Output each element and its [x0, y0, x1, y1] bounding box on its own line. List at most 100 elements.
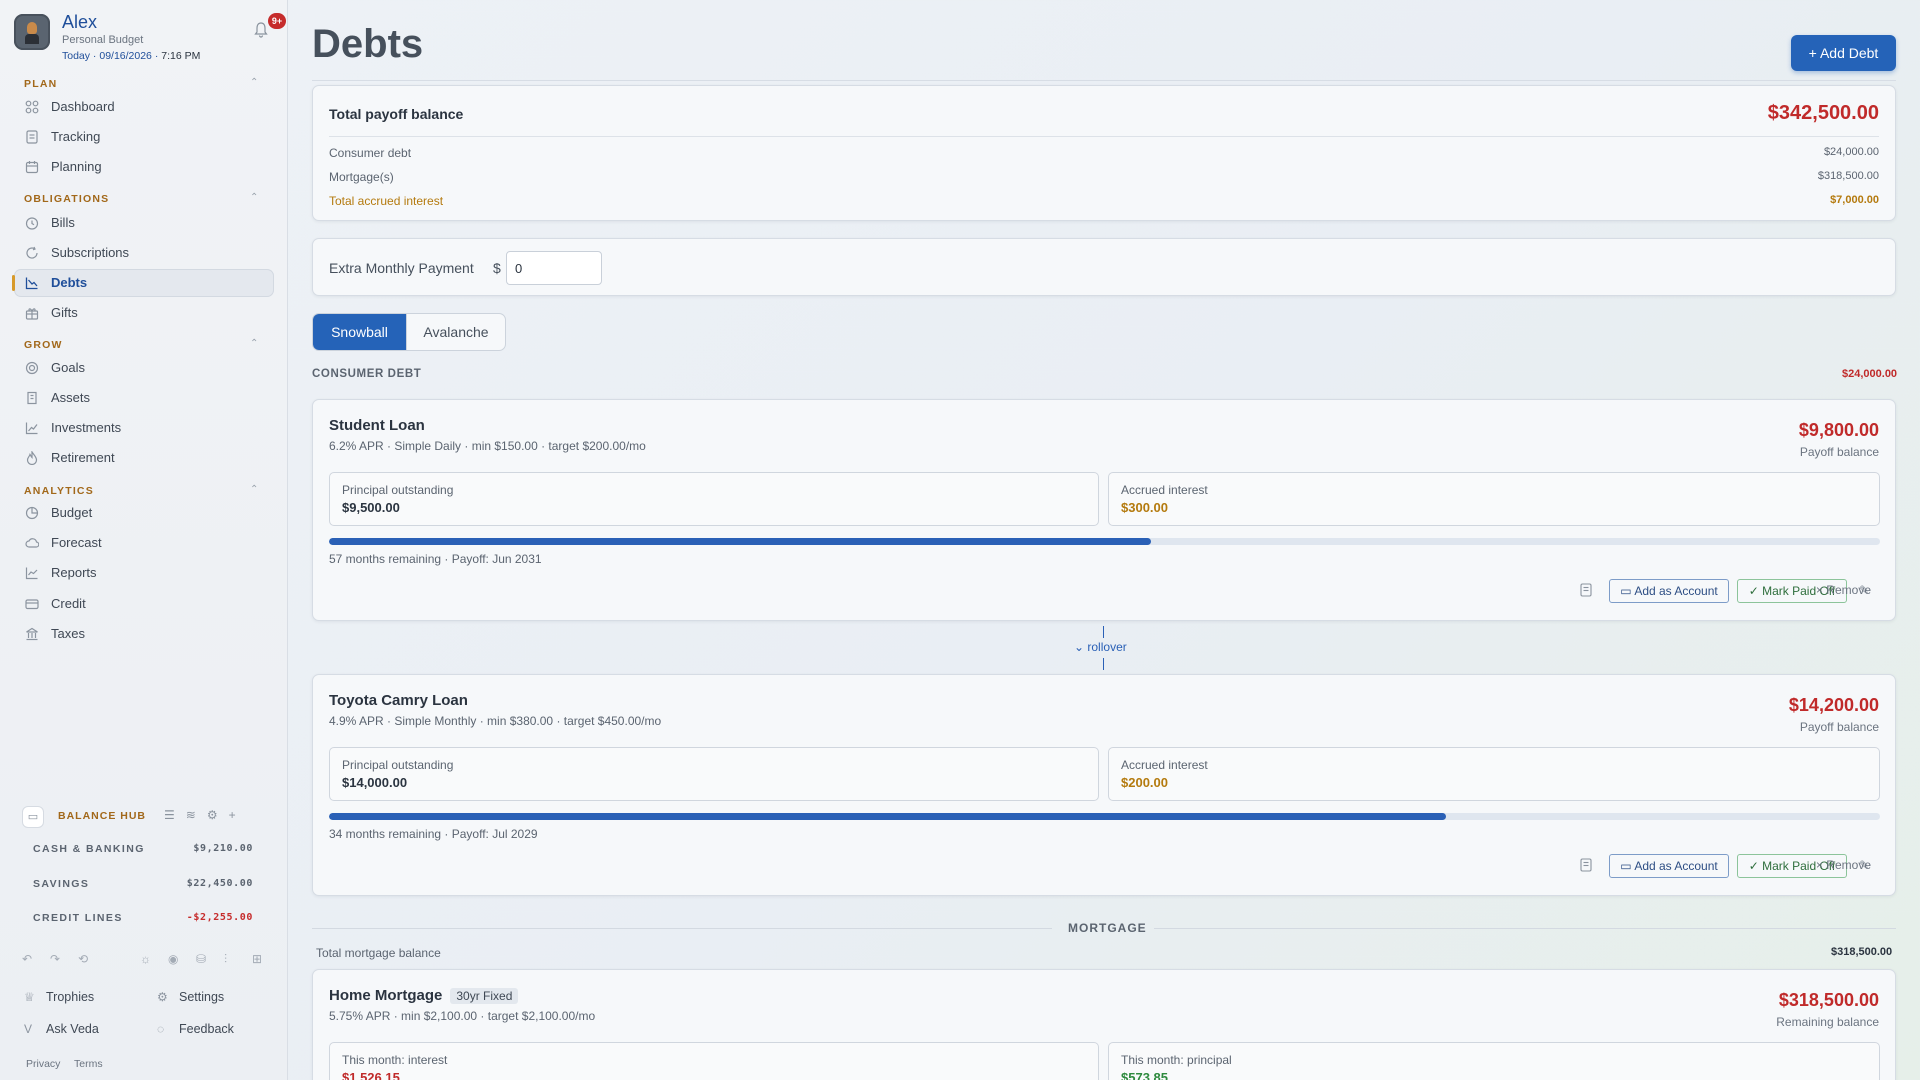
chevron-up-icon[interactable]: ⌃ [250, 484, 258, 495]
sun-icon[interactable]: ☼ [140, 952, 151, 966]
calendar-icon [25, 161, 39, 174]
divider [329, 136, 1879, 137]
sidebar-item-tracking[interactable]: Tracking [14, 123, 274, 151]
sidebar-item-label: Assets [51, 390, 91, 405]
debt-balance-label: Remaining balance [1776, 1015, 1879, 1029]
gear-icon[interactable]: ⚙ [207, 808, 229, 822]
monthly-interest-box: This month: interest $1,526.15 [329, 1042, 1099, 1080]
eye-icon[interactable]: ◉ [168, 952, 178, 966]
list-icon[interactable]: ☰ [164, 808, 186, 822]
snowball-button[interactable]: Snowball [313, 314, 406, 350]
plus-icon[interactable]: + [229, 808, 247, 822]
receipt-icon [26, 130, 38, 144]
layers-icon[interactable]: ≋ [186, 808, 207, 822]
sidebar-item-subscriptions[interactable]: Subscriptions [14, 239, 274, 267]
sidebar-item-planning[interactable]: Planning [14, 153, 274, 181]
avatar[interactable] [14, 14, 50, 50]
payoff-progress-fill [329, 538, 1152, 545]
mortgage-label: MORTGAGE [1068, 921, 1147, 935]
add-as-account-button[interactable]: ▭ Add as Account [1609, 854, 1729, 878]
trend-up-icon [25, 422, 38, 435]
clock-icon [25, 217, 39, 230]
interest-box: Accrued interest $200.00 [1108, 747, 1880, 801]
add-debt-button[interactable]: + Add Debt [1791, 35, 1896, 71]
undo-icon[interactable]: ↶ [22, 952, 32, 966]
sidebar-item-bills[interactable]: Bills [14, 209, 274, 237]
debt-card-student-loan[interactable]: Student Loan 6.2% APR · Simple Daily · m… [312, 399, 1896, 621]
card-icon: ▭ [1620, 584, 1635, 598]
sidebar-item-goals[interactable]: Goals [14, 354, 274, 382]
sidebar-item-debts[interactable]: Debts [12, 269, 274, 297]
sidebar-item-gifts[interactable]: Gifts [14, 299, 274, 327]
mortgage-total-label: Total mortgage balance [316, 946, 441, 960]
chevron-up-icon[interactable]: ⌃ [250, 77, 258, 88]
debt-actions: ▭ Add as Account ✓ Mark Paid Off ✎ × Rem… [1479, 579, 1879, 603]
ask-veda-link[interactable]: V Ask Veda [24, 1022, 99, 1036]
sidebar-item-label: Reports [51, 565, 97, 580]
layout-icon[interactable]: ⊞ [252, 952, 262, 966]
balance-row[interactable]: CREDIT LINES -$2,255.00 [33, 912, 253, 924]
database-icon[interactable]: ⛁ [196, 952, 206, 966]
principal-label: Principal outstanding [342, 758, 454, 772]
balance-row-label: CREDIT LINES [33, 912, 123, 924]
notification-badge[interactable]: 9+ [268, 13, 286, 29]
document-icon[interactable] [1580, 858, 1594, 874]
trophies-label: Trophies [46, 990, 95, 1004]
extra-payment-input[interactable] [506, 251, 602, 285]
principal-box: Principal outstanding $14,000.00 [329, 747, 1099, 801]
balance-row[interactable]: SAVINGS $22,450.00 [33, 878, 253, 890]
summary-row-label: Consumer debt [329, 146, 412, 160]
avalanche-button[interactable]: Avalanche [406, 314, 505, 350]
profile-header[interactable]: Alex Personal Budget Today · 09/16/2026 … [14, 12, 286, 66]
privacy-link[interactable]: Privacy [26, 1058, 60, 1070]
pie-icon [25, 506, 39, 520]
sliders-icon[interactable]: ⫶ [224, 952, 227, 967]
extra-payment-label: Extra Monthly Payment [329, 260, 474, 276]
add-as-account-button[interactable]: ▭ Add as Account [1609, 579, 1729, 603]
add-as-account-label: Add as Account [1634, 859, 1718, 873]
sidebar-item-dashboard[interactable]: Dashboard [14, 93, 274, 121]
remove-button[interactable]: × Remove [1816, 583, 1871, 597]
chevron-up-icon[interactable]: ⌃ [250, 338, 258, 349]
sidebar-item-retirement[interactable]: Retirement [14, 444, 274, 472]
sidebar-item-investments[interactable]: Investments [14, 414, 274, 442]
sidebar-item-assets[interactable]: Assets [14, 384, 274, 412]
sidebar-item-reports[interactable]: Reports [14, 559, 274, 587]
line-chart-icon [25, 567, 38, 580]
redo-icon[interactable]: ↷ [50, 952, 60, 966]
balance-row[interactable]: CASH & BANKING $9,210.00 [33, 843, 253, 855]
settings-label: Settings [179, 990, 225, 1004]
divider [312, 928, 1052, 929]
debt-card-toyota-camry-loan[interactable]: Toyota Camry Loan 4.9% APR · Simple Mont… [312, 674, 1896, 896]
feedback-link[interactable]: ◌ Feedback [157, 1022, 234, 1036]
interest-value: $200.00 [1121, 775, 1168, 790]
debt-card-home-mortgage[interactable]: Home Mortgage 30yr Fixed 5.75% APR · min … [312, 969, 1896, 1080]
chevron-up-icon[interactable]: ⌃ [250, 192, 258, 203]
wallet-icon[interactable]: ▭ [22, 806, 44, 828]
sidebar-item-taxes[interactable]: Taxes [14, 620, 274, 648]
balance-hub-tools: ☰≋⚙+ [164, 808, 247, 822]
terms-link[interactable]: Terms [74, 1058, 103, 1070]
summary-title: Total payoff balance [329, 106, 464, 122]
strategy-toggle: Snowball Avalanche [312, 313, 506, 351]
sidebar-item-credit[interactable]: Credit [14, 590, 274, 618]
sidebar-item-label: Budget [51, 505, 93, 520]
sidebar-item-label: Taxes [51, 626, 85, 641]
history-icon[interactable]: ⟲ [78, 952, 88, 966]
principal-box: Principal outstanding $9,500.00 [329, 472, 1099, 526]
sidebar-item-label: Subscriptions [51, 245, 130, 260]
trophies-link[interactable]: ♕ Trophies [24, 990, 94, 1004]
ask-veda-label: Ask Veda [46, 1022, 99, 1036]
remove-button[interactable]: × Remove [1816, 858, 1871, 872]
sidebar-item-forecast[interactable]: Forecast [14, 529, 274, 557]
document-icon[interactable] [1580, 583, 1594, 599]
sidebar: Alex Personal Budget Today · 09/16/2026 … [0, 0, 288, 1080]
debt-balance-label: Payoff balance [1799, 445, 1879, 459]
balance-row-value: $9,210.00 [193, 843, 253, 854]
balance-row-value: -$2,255.00 [186, 912, 253, 923]
debt-meta: 4.9% APR · Simple Monthly · min $380.00 … [329, 714, 662, 728]
sidebar-item-budget[interactable]: Budget [14, 499, 274, 527]
summary-row: Mortgage(s) $318,500.00 [329, 170, 1879, 184]
building-icon [27, 391, 37, 405]
settings-link[interactable]: ⚙ Settings [157, 990, 224, 1004]
